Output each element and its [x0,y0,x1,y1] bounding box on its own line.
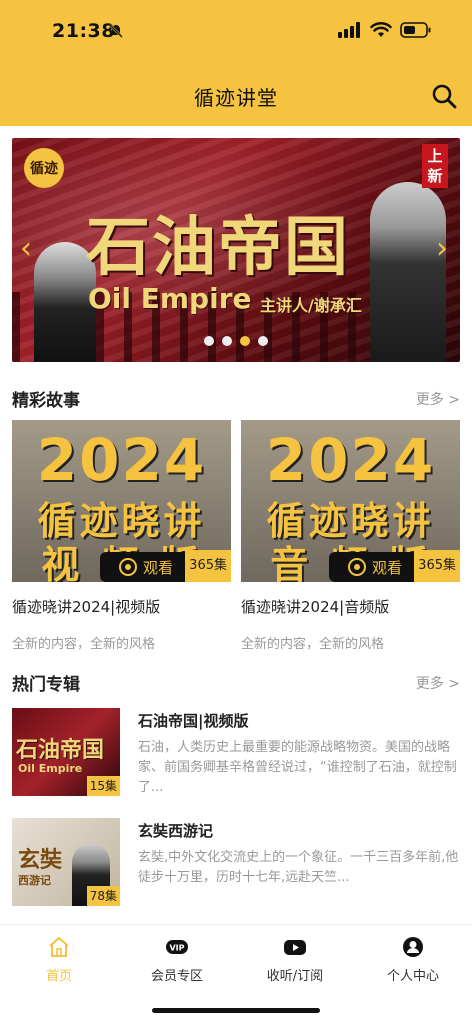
album-title[interactable]: 石油帝国|视频版 [138,710,248,731]
chevron-right-icon[interactable]: › [432,234,452,264]
vip-icon: VIP [166,940,188,954]
album-cover[interactable]: 石油帝国 Oil Empire 15集 [12,708,120,796]
cover-year: 2024 [265,426,436,494]
tab-vip[interactable]: VIP 会员专区 [118,935,236,984]
play-circle-icon [118,558,137,576]
album-cover-title: 石油帝国 [16,737,105,763]
story-desc: 全新的内容，全新的风格 [12,637,156,652]
banner-speaker: 主讲人/谢承汇 [260,296,362,315]
watch-button[interactable]: 观看 [100,552,192,582]
episode-badge: 365集 [414,550,460,582]
user-icon [403,937,423,957]
app-header: 21:38 循迹讲堂 [0,0,472,126]
episode-badge: 365集 [185,550,231,582]
portrait-right [370,182,446,362]
albums-section-header: 热门专辑 更多 > [12,670,460,695]
status-time: 21:38 [52,20,115,42]
cellular-signal-icon [338,22,360,38]
page-title: 循迹讲堂 [194,86,278,110]
cover-year: 2024 [36,426,207,494]
svg-text:VIP: VIP [169,944,184,953]
story-name[interactable]: 循迹晓讲2024|视频版 [12,596,231,617]
story-cover[interactable]: 2024 循迹晓讲 音 频 版 观看 365集 [241,420,460,582]
carousel-dot-active[interactable] [240,336,250,346]
search-icon[interactable] [430,82,458,110]
home-icon [49,937,69,957]
album-desc: 玄奘,中外文化交流史上的一个象征。一千三百多年前,他徒步十万里，历时十七年,远赴… [138,850,459,885]
album-cover-subtitle: Oil Empire [18,762,83,775]
new-tag: 上新 [422,144,448,188]
battery-icon [400,22,431,38]
story-name[interactable]: 循迹晓讲2024|音频版 [241,596,460,617]
story-desc: 全新的内容，全新的风格 [241,637,385,652]
banner-logo: 循迹 [24,148,64,188]
tab-label: 个人中心 [386,969,439,984]
album-item[interactable]: 玄奘 西游记 78集 玄奘西游记 玄奘,中外文化交流史上的一个象征。一千三百多年… [12,818,460,906]
status-indicators [338,22,432,38]
banner-carousel[interactable]: 循迹 上新 石油帝国 Oil Empire 主讲人/谢承汇 ‹ › [12,138,460,362]
album-cover-subtitle: 西游记 [18,874,51,887]
stories-section-header: 精彩故事 更多 > [12,386,460,411]
tab-label: 首页 [45,969,72,984]
wifi-icon [370,22,392,37]
section-title: 热门专辑 [12,675,80,695]
play-icon [284,940,306,955]
album-cover-title: 玄奘 [18,847,63,873]
watch-label: 观看 [371,558,402,577]
story-card[interactable]: 2024 循迹晓讲 视 频 版 观看 365集 循迹晓讲2024|视频版 全新的… [12,420,231,652]
play-circle-icon [347,558,366,576]
episode-badge: 78集 [86,886,120,906]
carousel-dot[interactable] [204,336,214,346]
banner-subtitle: Oil Empire [88,282,252,315]
stories-more-link[interactable]: 更多 > [416,389,460,409]
album-desc: 石油，人类历史上最重要的能源战略物资。美国的战略家、前国务卿基辛格曾经说过，“谁… [138,740,457,795]
carousel-dots [204,336,268,346]
chevron-left-icon[interactable]: ‹ [16,234,36,264]
section-title: 精彩故事 [12,391,80,411]
album-title[interactable]: 玄奘西游记 [138,820,213,841]
albums-more-link[interactable]: 更多 > [416,673,460,693]
story-card[interactable]: 2024 循迹晓讲 音 频 版 观看 365集 循迹晓讲2024|音频版 全新的… [241,420,460,652]
home-indicator [152,1008,320,1013]
album-item[interactable]: 石油帝国 Oil Empire 15集 石油帝国|视频版 石油，人类历史上最重要… [12,708,460,796]
tab-home[interactable]: 首页 [0,935,118,984]
carousel-dot[interactable] [222,336,232,346]
story-cover[interactable]: 2024 循迹晓讲 视 频 版 观看 365集 [12,420,231,582]
episode-badge: 15集 [86,776,120,796]
album-cover[interactable]: 玄奘 西游记 78集 [12,818,120,906]
tab-label: 收听/订阅 [266,969,324,984]
tab-profile[interactable]: 个人中心 [354,935,472,984]
banner-title: 石油帝国 [86,210,350,285]
carousel-dot[interactable] [258,336,268,346]
watch-button[interactable]: 观看 [329,552,421,582]
tab-listen[interactable]: 收听/订阅 [236,935,354,984]
bell-off-icon [109,24,123,38]
watch-label: 观看 [142,558,173,577]
tab-label: 会员专区 [150,969,203,984]
